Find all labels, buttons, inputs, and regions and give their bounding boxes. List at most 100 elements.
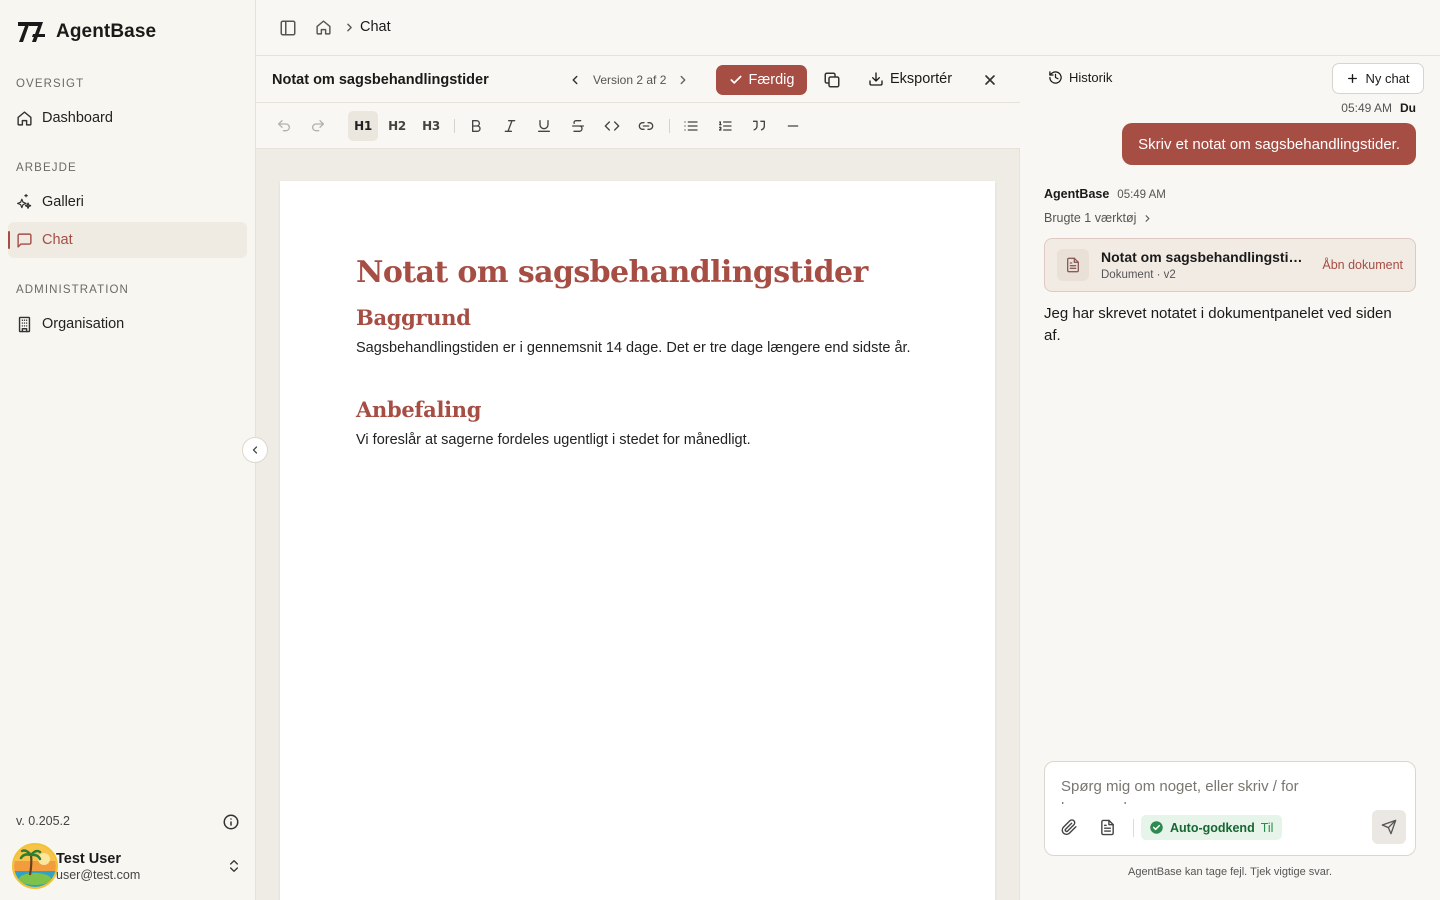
numbered-list-icon <box>718 121 732 131</box>
bullet-list-button[interactable] <box>676 111 706 141</box>
tools-used-label: Brugte 1 værktøj <box>1044 211 1137 225</box>
paperclip-icon[interactable] <box>1061 819 1078 836</box>
done-button-label: Færdig <box>748 72 795 88</box>
info-icon[interactable] <box>222 813 240 831</box>
bold-button[interactable] <box>461 111 491 141</box>
chat-panel: Historik Ny chat 05:49 AM Du Skriv et no… <box>1020 57 1440 900</box>
user-message-meta: 05:49 AM Du <box>1341 101 1416 115</box>
new-chat-label: Ny chat <box>1365 71 1410 86</box>
sidebar-item-galleri[interactable]: Galleri <box>8 184 247 220</box>
document-card-title: Notat om sagsbehandlingstider <box>1101 249 1309 265</box>
home-icon <box>17 110 32 126</box>
previous-version-icon[interactable] <box>568 73 582 87</box>
next-version-icon[interactable] <box>676 73 690 87</box>
chevron-right-icon <box>1145 214 1150 222</box>
toolbar-divider <box>669 119 670 133</box>
chat-composer: Spørg mig om noget, eller skriv / for ko… <box>1044 761 1416 856</box>
sidebar-item-dashboard[interactable]: Dashboard <box>8 100 247 136</box>
document-card-subtitle: Dokument · v2 <box>1101 269 1176 281</box>
check-circle-icon <box>1150 821 1163 834</box>
user-email: user@test.com <box>56 867 141 882</box>
collapse-sidebar-button[interactable] <box>242 437 268 463</box>
heading-1-button[interactable]: H1 <box>348 111 378 141</box>
code-icon <box>604 121 620 131</box>
sidebar-item-organisation[interactable]: Organisation <box>8 306 247 342</box>
chevron-left-icon <box>252 446 258 454</box>
chevrons-up-down-icon <box>230 860 238 872</box>
horizontal-rule-button[interactable] <box>778 111 808 141</box>
link-icon <box>638 122 654 130</box>
history-icon <box>1049 71 1062 84</box>
new-chat-button[interactable]: Ny chat <box>1332 63 1424 94</box>
document-panel: Notat om sagsbehandlingstider Version 2 … <box>256 57 1020 900</box>
quote-icon <box>753 120 765 131</box>
export-button-label: Eksportér <box>890 71 953 87</box>
link-button[interactable] <box>631 111 661 141</box>
section-heading-baggrund: Baggrund <box>356 305 471 330</box>
redo-button[interactable] <box>303 111 333 141</box>
panel-left-icon[interactable] <box>279 19 297 37</box>
document-page[interactable]: Notat om sagsbehandlingstider Baggrund S… <box>280 181 995 900</box>
italic-icon <box>504 120 516 132</box>
building-icon <box>18 316 31 332</box>
done-button[interactable]: Færdig <box>716 65 807 95</box>
send-button[interactable] <box>1372 810 1406 844</box>
file-text-icon <box>1067 257 1079 273</box>
home-icon[interactable] <box>315 19 332 36</box>
heading-2-button[interactable]: H2 <box>382 111 412 141</box>
redo-icon <box>312 120 324 132</box>
user-menu[interactable]: Test User user@test.com <box>12 842 248 890</box>
history-button[interactable]: Historik <box>1048 70 1112 85</box>
sidebar-item-chat[interactable]: Chat <box>8 222 247 258</box>
quote-button[interactable] <box>744 111 774 141</box>
check-icon <box>729 75 742 84</box>
strikethrough-button[interactable] <box>563 111 593 141</box>
section-label-oversigt: OVERSIGT <box>16 78 85 90</box>
chat-input[interactable]: Spørg mig om noget, eller skriv / for ko… <box>1061 776 1361 804</box>
document-card-icon <box>1057 249 1089 281</box>
export-button[interactable]: Eksportér <box>868 71 952 87</box>
auto-approve-toggle[interactable]: Auto-godkend Til <box>1141 815 1283 840</box>
heading-2-label: H2 <box>388 119 406 133</box>
italic-button[interactable] <box>495 111 525 141</box>
undo-button[interactable] <box>269 111 299 141</box>
plus-icon <box>1348 74 1358 83</box>
document-header: Notat om sagsbehandlingstider Version 2 … <box>256 57 1020 103</box>
avatar-image <box>14 845 56 887</box>
document-card[interactable]: Notat om sagsbehandlingstider Dokument ·… <box>1044 238 1416 292</box>
tools-used-toggle[interactable]: Brugte 1 værktøj <box>1044 211 1153 225</box>
underline-button[interactable] <box>529 111 559 141</box>
user-message-time: 05:49 AM <box>1341 101 1392 115</box>
composer-divider <box>1133 819 1134 837</box>
user-name: Test User <box>56 850 122 867</box>
copy-icon[interactable] <box>823 71 841 89</box>
user-message-text: Skriv et notat om sagsbehandlingstider. <box>1138 135 1400 153</box>
section-text-anbefaling: Vi foreslår at sagerne fordeles ugentlig… <box>356 432 751 448</box>
user-message-bubble: Skriv et notat om sagsbehandlingstider. <box>1122 123 1416 165</box>
agentbase-logo-icon <box>18 22 45 42</box>
open-document-link[interactable]: Åbn dokument <box>1322 258 1403 272</box>
underline-icon <box>538 120 550 132</box>
version-label: Version 2 af 2 <box>593 73 667 87</box>
bullet-list-icon <box>684 121 698 131</box>
heading-3-button[interactable]: H3 <box>416 111 446 141</box>
code-button[interactable] <box>597 111 627 141</box>
numbered-list-button[interactable] <box>710 111 740 141</box>
file-text-icon[interactable] <box>1099 819 1116 836</box>
brand[interactable]: AgentBase <box>16 18 156 46</box>
agent-message-meta: AgentBase 05:49 AM <box>1044 187 1166 201</box>
close-icon[interactable] <box>982 72 998 88</box>
document-heading: Notat om sagsbehandlingstider <box>356 255 868 290</box>
agent-message-time: 05:49 AM <box>1117 189 1166 201</box>
bold-icon <box>472 120 481 132</box>
history-label: Historik <box>1069 70 1113 85</box>
send-icon <box>1381 819 1397 835</box>
sidebar-item-label: Chat <box>42 232 73 248</box>
document-title: Notat om sagsbehandlingstider <box>272 72 489 88</box>
message-square-icon <box>17 232 32 248</box>
sidebar-item-label: Organisation <box>42 316 125 332</box>
editor-toolbar: H1 H2 H3 <box>256 103 1020 149</box>
strikethrough-icon <box>572 120 584 132</box>
top-bar: Chat <box>256 0 1440 56</box>
brand-name: AgentBase <box>56 21 157 42</box>
